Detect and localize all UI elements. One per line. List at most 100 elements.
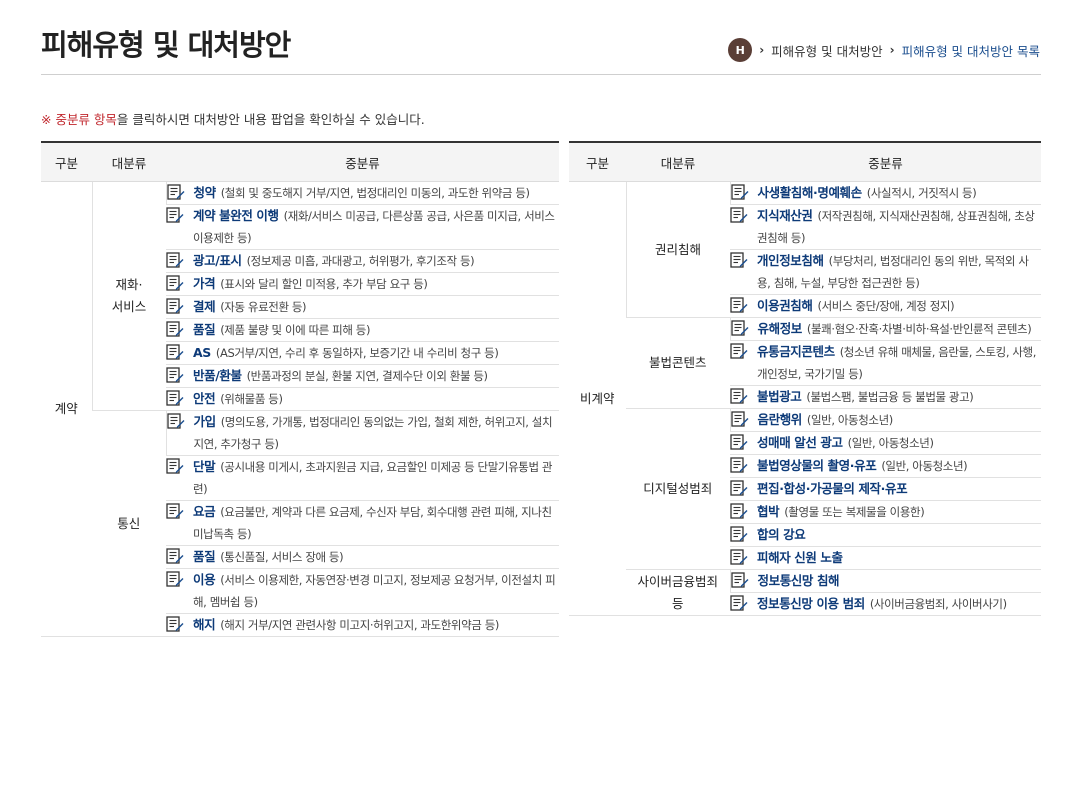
middle-category-item[interactable]: 가격 (표시와 달리 할인 미적용, 추가 부담 요구 등) — [166, 273, 559, 295]
middle-category-link[interactable]: 가격 — [193, 276, 216, 291]
middle-category-link[interactable]: 피해자 신원 노출 — [757, 550, 843, 565]
middle-category-text: 해지 (해지 거부/지연 관련사항 미고지·허위고지, 과도한위약금 등) — [193, 614, 499, 636]
middle-category-item[interactable]: 이용 (서비스 이용제한, 자동연장·변경 미고지, 정보제공 요청거부, 이전설… — [166, 569, 559, 613]
middle-category-item[interactable]: 유해정보 (불쾌·혐오·잔혹·차별·비하·욕설·반인륜적 콘텐츠) — [730, 318, 1042, 340]
middle-category-link[interactable]: 음란행위 — [758, 412, 803, 427]
middle-category-item[interactable]: 유통금지콘텐츠 (청소년 유해 매체물, 음란물, 스토킹, 사행, 개인정보, … — [730, 341, 1041, 385]
middle-category-cell: 품질 (통신품질, 서비스 장애 등) — [166, 545, 559, 569]
middle-category-link[interactable]: 해지 — [193, 617, 216, 632]
middle-category-text: 음란행위 (일반, 아동청소년) — [758, 409, 894, 431]
middle-category-item[interactable]: 협박 (촬영물 또는 복제물을 이용한) — [730, 501, 1041, 523]
header-major: 대분류 — [626, 142, 730, 182]
middle-category-text: 가입 (명의도용, 가개통, 법정대리인 동의없는 가입, 철회 제한, 허위고지… — [194, 411, 560, 455]
middle-category-text: 품질 (통신품질, 서비스 장애 등) — [193, 546, 344, 568]
document-edit-icon — [166, 207, 184, 223]
document-edit-icon — [730, 184, 749, 200]
middle-category-text: 안전 (위해물품 등) — [193, 388, 283, 410]
middle-category-link[interactable]: 결제 — [193, 299, 216, 314]
middle-category-item[interactable]: AS (AS거부/지연, 수리 후 동일하자, 보증기간 내 수리비 청구 등) — [166, 342, 559, 364]
middle-category-description: (해지 거부/지연 관련사항 미고지·허위고지, 과도한위약금 등) — [220, 618, 499, 632]
middle-category-link[interactable]: 성매매 알선 광고 — [757, 435, 843, 450]
middle-category-item[interactable]: 안전 (위해물품 등) — [166, 388, 559, 410]
middle-category-item[interactable]: 불법광고 (불법스팸, 불법금융 등 불법물 광고) — [730, 386, 1041, 408]
middle-category-link[interactable]: 합의 강요 — [757, 527, 806, 542]
middle-category-text: 유통금지콘텐츠 (청소년 유해 매체물, 음란물, 스토킹, 사행, 개인정보, … — [757, 341, 1041, 385]
middle-category-description: (일반, 아동청소년) — [881, 459, 968, 473]
middle-category-item[interactable]: 광고/표시 (정보제공 미흡, 과대광고, 허위평가, 후기조작 등) — [166, 250, 559, 272]
middle-category-text: 합의 강요 — [757, 524, 810, 546]
middle-category-item[interactable]: 이용권침해 (서비스 중단/장애, 계정 정지) — [730, 295, 1041, 317]
middle-category-item[interactable]: 개인정보침해 (부당처리, 법정대리인 동의 위반, 목적외 사용, 침해, 누설… — [730, 250, 1041, 294]
middle-category-link[interactable]: 반품/환불 — [193, 368, 242, 383]
document-edit-icon — [730, 411, 749, 427]
middle-category-link[interactable]: 불법영상물의 촬영·유포 — [757, 458, 877, 473]
breadcrumb-parent[interactable]: 피해유형 및 대처방안 — [771, 41, 882, 60]
middle-category-link[interactable]: 편집·합성·가공물의 제작·유포 — [757, 481, 908, 496]
middle-category-link[interactable]: 지식재산권 — [757, 208, 813, 223]
middle-category-item[interactable]: 피해자 신원 노출 — [730, 547, 1041, 569]
major-category-cell: 사이버금융범죄 등 — [626, 569, 730, 616]
middle-category-item[interactable]: 해지 (해지 거부/지연 관련사항 미고지·허위고지, 과도한위약금 등) — [166, 614, 559, 636]
middle-category-link[interactable]: 이용 — [193, 572, 216, 587]
middle-category-item[interactable]: 청약 (철회 및 중도해지 거부/지연, 법정대리인 미동의, 과도한 위약금 등… — [166, 182, 560, 204]
document-edit-icon — [730, 343, 748, 359]
middle-category-text: 성매매 알선 광고 (일반, 아동청소년) — [757, 432, 934, 454]
document-edit-icon — [166, 298, 184, 314]
middle-category-link[interactable]: 유통금지콘텐츠 — [757, 344, 835, 359]
document-edit-icon — [166, 344, 184, 360]
home-icon[interactable]: H — [728, 38, 753, 62]
middle-category-link[interactable]: 불법광고 — [757, 389, 802, 404]
middle-category-link[interactable]: 청약 — [194, 185, 217, 200]
middle-category-item[interactable]: 음란행위 (일반, 아동청소년) — [730, 409, 1042, 431]
middle-category-item[interactable]: 단말 (공시내용 미게시, 초과지원금 지급, 요금할인 미제공 등 단말기유통법… — [166, 456, 559, 500]
middle-category-item[interactable]: 지식재산권 (저작권침해, 지식재산권침해, 상표권침해, 초상권침해 등) — [730, 205, 1041, 249]
notice-text: ※ 중분류 항목을 클릭하시면 대처방안 내용 팝업을 확인하실 수 있습니다. — [41, 109, 425, 128]
document-edit-icon — [166, 571, 184, 587]
middle-category-item[interactable]: 요금 (요금불만, 계약과 다른 요금제, 수신자 부담, 회수대행 관련 피해,… — [166, 501, 559, 545]
middle-category-description: (서비스 중단/장애, 계정 정지) — [817, 299, 955, 313]
middle-category-text: 요금 (요금불만, 계약과 다른 요금제, 수신자 부담, 회수대행 관련 피해,… — [193, 501, 559, 545]
document-edit-icon — [730, 549, 748, 565]
middle-category-item[interactable]: 품질 (통신품질, 서비스 장애 등) — [166, 546, 559, 568]
middle-category-item[interactable]: 합의 강요 — [730, 524, 1041, 546]
table-row: 디지털성범죄 음란행위 (일반, 아동청소년) — [569, 408, 1042, 570]
header-major: 대분류 — [92, 142, 166, 182]
middle-category-item[interactable]: 편집·합성·가공물의 제작·유포 — [730, 478, 1041, 500]
middle-category-text: AS (AS거부/지연, 수리 후 동일하자, 보증기간 내 수리비 청구 등) — [193, 342, 499, 364]
breadcrumb-current[interactable]: 피해유형 및 대처방안 목록 — [902, 41, 1040, 60]
middle-category-link[interactable]: 안전 — [193, 391, 216, 406]
middle-category-item[interactable]: 품질 (제품 불량 및 이에 따른 피해 등) — [166, 319, 559, 341]
middle-category-link[interactable]: 이용권침해 — [757, 298, 813, 313]
middle-category-link[interactable]: 광고/표시 — [193, 253, 242, 268]
middle-category-link[interactable]: 가입 — [194, 414, 217, 429]
middle-category-description: (통신품질, 서비스 장애 등) — [220, 550, 344, 564]
middle-category-link[interactable]: 요금 — [193, 504, 216, 519]
middle-category-link[interactable]: 개인정보침해 — [757, 253, 824, 268]
middle-category-link[interactable]: 정보통신망 침해 — [758, 573, 840, 588]
middle-category-cell: 광고/표시 (정보제공 미흡, 과대광고, 허위평가, 후기조작 등) — [166, 249, 559, 273]
middle-category-item[interactable]: 정보통신망 이용 범죄 (사이버금융범죄, 사이버사기) — [730, 593, 1041, 615]
middle-category-item[interactable]: 사생활침해·명예훼손 (사실적시, 거짓적시 등) — [730, 182, 1042, 204]
document-edit-icon — [166, 184, 185, 200]
middle-category-link[interactable]: 품질 — [193, 322, 216, 337]
middle-category-link[interactable]: 정보통신망 이용 범죄 — [757, 596, 865, 611]
middle-category-link[interactable]: 단말 — [193, 459, 216, 474]
middle-category-item[interactable]: 계약 불완전 이행 (재화/서비스 미공급, 다른상품 공급, 사은품 미지급, … — [166, 205, 559, 249]
middle-category-link[interactable]: 사생활침해·명예훼손 — [758, 185, 863, 200]
middle-category-item[interactable]: 정보통신망 침해 — [730, 570, 1042, 592]
middle-category-link[interactable]: 품질 — [193, 549, 216, 564]
notice-highlight: ※ 중분류 항목 — [41, 112, 117, 127]
middle-category-link[interactable]: AS — [193, 345, 211, 360]
middle-category-item[interactable]: 불법영상물의 촬영·유포 (일반, 아동청소년) — [730, 455, 1041, 477]
middle-category-description: (불쾌·혐오·잔혹·차별·비하·욕설·반인륜적 콘텐츠) — [806, 322, 1032, 336]
middle-category-item[interactable]: 가입 (명의도용, 가개통, 법정대리인 동의없는 가입, 철회 제한, 허위고지… — [166, 411, 560, 455]
middle-category-text: 이용권침해 (서비스 중단/장애, 계정 정지) — [757, 295, 955, 317]
middle-category-link[interactable]: 협박 — [757, 504, 780, 519]
middle-category-item[interactable]: 결제 (자동 유료전환 등) — [166, 296, 559, 318]
middle-category-link[interactable]: 계약 불완전 이행 — [193, 208, 279, 223]
middle-category-item[interactable]: 반품/환불 (반품과정의 분실, 환불 지연, 결제수단 이외 환불 등) — [166, 365, 559, 387]
major-category-cell: 디지털성범죄 — [626, 408, 730, 570]
middle-category-item[interactable]: 성매매 알선 광고 (일반, 아동청소년) — [730, 432, 1041, 454]
middle-category-text: 유해정보 (불쾌·혐오·잔혹·차별·비하·욕설·반인륜적 콘텐츠) — [758, 318, 1032, 340]
middle-category-link[interactable]: 유해정보 — [758, 321, 803, 336]
